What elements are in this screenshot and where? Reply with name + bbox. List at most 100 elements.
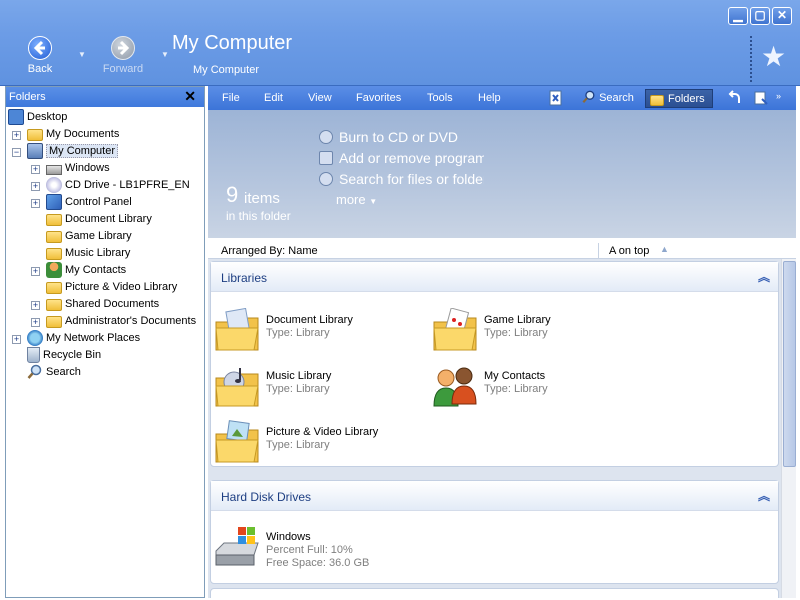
item-picture-video-library[interactable]: Picture & Video Library Type: Library bbox=[214, 420, 429, 470]
item-windows-drive[interactable]: Windows Percent Full: 10% Free Space: 36… bbox=[214, 525, 429, 575]
drive-free-space: Free Space: 36.0 GB bbox=[266, 557, 370, 569]
folders-button-label: Folders bbox=[668, 93, 705, 105]
expand-my-network-places-icon[interactable]: + bbox=[12, 335, 21, 344]
item-music-library[interactable]: Music Library Type: Library bbox=[214, 364, 429, 414]
expand-administrators-documents-icon[interactable]: + bbox=[31, 318, 40, 327]
tree-item-my-contacts[interactable]: My Contacts bbox=[46, 262, 126, 279]
address-breadcrumb[interactable]: My Computer bbox=[193, 64, 259, 76]
item-type: Type: Library bbox=[484, 327, 548, 339]
tree-item-shared-documents[interactable]: Shared Documents bbox=[46, 296, 159, 313]
arrange-bar[interactable]: Arranged By: Name A on top ▲ bbox=[208, 243, 796, 259]
menu-edit[interactable]: Edit bbox=[264, 92, 283, 104]
more-tasks-link[interactable]: more ▼ bbox=[336, 192, 377, 207]
tree-item-label: Desktop bbox=[27, 111, 68, 123]
forward-dropdown-icon[interactable]: ▼ bbox=[161, 50, 169, 59]
tree-item-label: Windows bbox=[65, 162, 110, 174]
more-chevron-icon: ▼ bbox=[369, 197, 378, 206]
tree-item-label: Document Library bbox=[65, 213, 152, 225]
toolbar-folder-icon bbox=[650, 94, 664, 106]
tree-item-windows[interactable]: Windows bbox=[46, 160, 110, 177]
forward-button[interactable]: Forward bbox=[93, 36, 153, 75]
tree-item-picture-video-library[interactable]: Picture & Video Library bbox=[46, 279, 177, 296]
network-icon bbox=[27, 330, 43, 347]
expand-cd-drive-icon[interactable]: + bbox=[31, 182, 40, 191]
arranged-by-label[interactable]: Arranged By: Name bbox=[221, 245, 318, 257]
item-document-library[interactable]: Document Library Type: Library bbox=[214, 308, 429, 358]
menu-view[interactable]: View bbox=[308, 92, 332, 104]
back-button[interactable]: Back bbox=[10, 36, 70, 75]
group-hard-disk-drives: Hard Disk Drives ︽ Windows Percent Full:… bbox=[210, 480, 779, 584]
more-label: more bbox=[336, 192, 366, 207]
sort-caret-icon[interactable]: ▲ bbox=[660, 244, 669, 254]
menu-file[interactable]: File bbox=[222, 92, 240, 104]
content-scrollbar[interactable] bbox=[781, 259, 796, 598]
tree-item-administrators-documents[interactable]: Administrator's Documents bbox=[46, 313, 196, 330]
tree-item-game-library[interactable]: Game Library bbox=[46, 228, 132, 245]
task-search-files[interactable]: Search for files or folders bbox=[319, 171, 484, 187]
item-name: Game Library bbox=[484, 314, 551, 326]
tree-item-search[interactable]: Search bbox=[27, 364, 81, 381]
tree-item-control-panel[interactable]: Control Panel bbox=[46, 194, 132, 211]
menu-bar: File Edit View Favorites Tools Help Sear… bbox=[208, 86, 796, 110]
expand-shared-documents-icon[interactable]: + bbox=[31, 301, 40, 310]
tree-item-label: Picture & Video Library bbox=[65, 281, 178, 293]
tree-item-document-library[interactable]: Document Library bbox=[46, 211, 152, 228]
header-divider bbox=[750, 36, 752, 82]
expand-my-documents-icon[interactable]: + bbox=[12, 131, 21, 140]
item-name: Music Library bbox=[266, 370, 332, 382]
collapse-chevron-icon[interactable]: ︽ bbox=[758, 268, 770, 285]
item-type: Type: Library bbox=[266, 327, 330, 339]
close-button[interactable]: ✕ bbox=[772, 7, 792, 25]
collapse-chevron-icon[interactable]: ︽ bbox=[758, 487, 770, 504]
folders-pane-close-icon[interactable]: ✕ bbox=[184, 88, 196, 105]
music-library-icon bbox=[46, 248, 62, 261]
expand-control-panel-icon[interactable]: + bbox=[31, 199, 40, 208]
minimize-button[interactable]: ▁ bbox=[728, 7, 748, 25]
tree-item-recycle-bin[interactable]: Recycle Bin bbox=[27, 347, 101, 364]
search-button[interactable]: Search bbox=[582, 89, 634, 108]
maximize-button[interactable]: ▢ bbox=[750, 7, 770, 25]
up-level-icon[interactable] bbox=[727, 90, 743, 106]
music-library-folder-icon bbox=[215, 368, 259, 407]
menu-favorites[interactable]: Favorites bbox=[356, 92, 401, 104]
group-libraries-header[interactable]: Libraries ︽ bbox=[211, 262, 778, 292]
recycle-bin-icon bbox=[27, 347, 40, 364]
game-library-icon bbox=[46, 231, 62, 244]
expand-my-contacts-icon[interactable]: + bbox=[31, 267, 40, 276]
views-icon[interactable] bbox=[753, 90, 769, 106]
tree-item-my-documents[interactable]: My Documents bbox=[27, 126, 119, 143]
collapse-my-computer-icon[interactable]: − bbox=[12, 148, 21, 157]
properties-icon[interactable] bbox=[548, 90, 564, 106]
folders-button[interactable]: Folders bbox=[645, 89, 713, 108]
tree-item-cd-drive[interactable]: CD Drive - LB1PFRE_EN bbox=[46, 177, 190, 194]
back-label: Back bbox=[27, 63, 53, 75]
task-burn-cd[interactable]: Burn to CD or DVD bbox=[319, 129, 484, 145]
tree-item-my-network-places[interactable]: My Network Places bbox=[27, 330, 140, 347]
menu-tools[interactable]: Tools bbox=[427, 92, 453, 104]
expand-windows-icon[interactable]: + bbox=[31, 165, 40, 174]
desktop-icon bbox=[8, 109, 24, 126]
group-title: Hard Disk Drives bbox=[221, 490, 312, 504]
tree-item-label: My Contacts bbox=[65, 264, 127, 276]
tree-item-my-computer[interactable]: My Computer bbox=[27, 143, 119, 160]
content-area: Libraries ︽ Document Library Type: Libra… bbox=[208, 259, 781, 598]
item-my-contacts[interactable]: My Contacts Type: Library bbox=[432, 364, 647, 414]
task-band: 9 items in this folder Burn to CD or DVD… bbox=[208, 110, 796, 238]
task-label: Search for files or folders bbox=[339, 171, 484, 187]
views-dropdown-icon[interactable]: » bbox=[776, 91, 781, 101]
my-documents-icon bbox=[27, 129, 43, 142]
back-dropdown-icon[interactable]: ▼ bbox=[78, 50, 86, 59]
drive-percent-full: Percent Full: 10% bbox=[266, 544, 353, 556]
favorites-star-icon[interactable]: ★ bbox=[761, 40, 786, 73]
group-libraries: Libraries ︽ Document Library Type: Libra… bbox=[210, 261, 779, 467]
item-game-library[interactable]: Game Library Type: Library bbox=[432, 308, 647, 358]
menu-help[interactable]: Help bbox=[478, 92, 501, 104]
tree-item-desktop[interactable]: Desktop bbox=[8, 109, 67, 126]
toolbar-search-icon bbox=[582, 90, 595, 103]
game-library-folder-icon bbox=[433, 308, 477, 351]
task-add-remove-programs[interactable]: Add or remove programs bbox=[319, 150, 484, 166]
sort-order-label[interactable]: A on top bbox=[609, 245, 649, 257]
tree-item-music-library[interactable]: Music Library bbox=[46, 245, 130, 262]
group-hard-disk-header[interactable]: Hard Disk Drives ︽ bbox=[211, 481, 778, 511]
scrollbar-thumb[interactable] bbox=[783, 261, 796, 467]
